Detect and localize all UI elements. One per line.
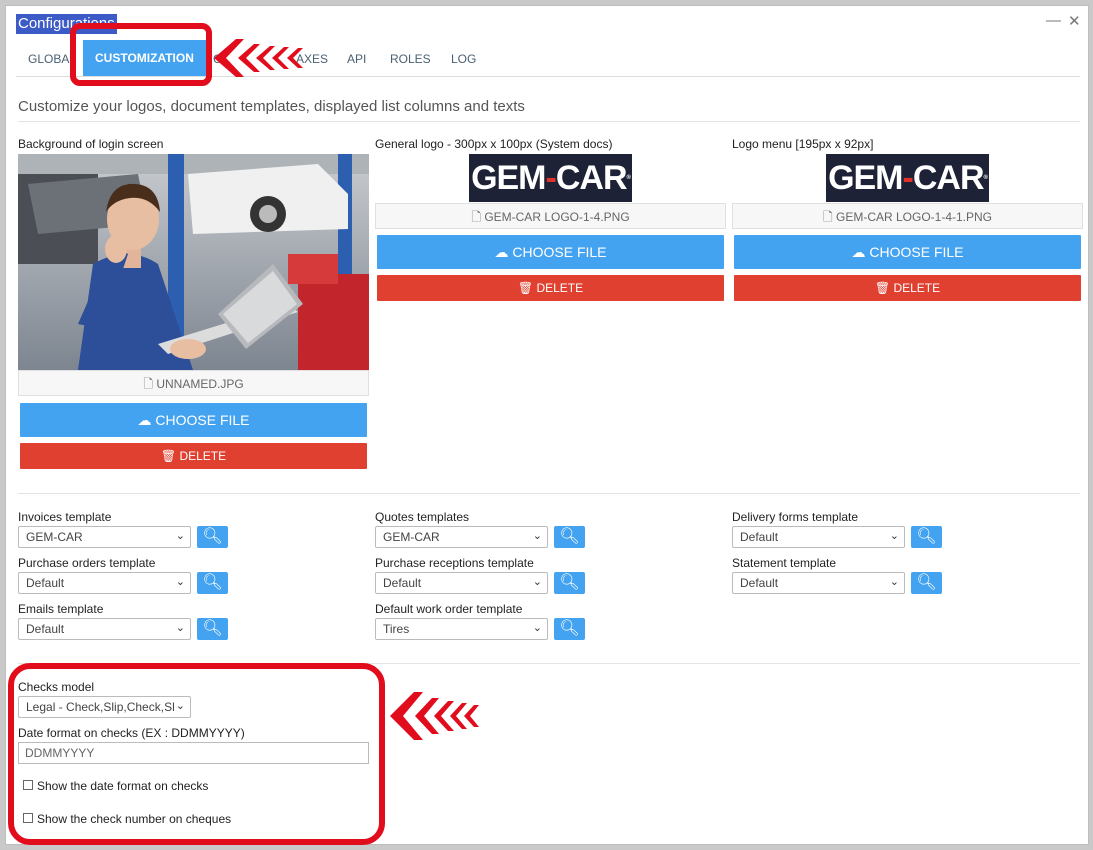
- purchase-receptions-template-search-button[interactable]: 🔍︎: [554, 572, 585, 594]
- search-icon: 🔍︎: [202, 574, 223, 591]
- emails-template-select[interactable]: Default ⌄: [18, 618, 191, 640]
- trash-icon: 🗑: [160, 449, 177, 463]
- delivery-forms-template-label: Delivery forms template: [732, 510, 859, 524]
- tab-global[interactable]: GLOBAL: [28, 42, 76, 76]
- annotation-highlight-tab: [70, 23, 212, 86]
- work-order-template-label: Default work order template: [375, 602, 523, 616]
- search-icon: 🔍︎: [559, 620, 580, 637]
- delivery-forms-template-search-button[interactable]: 🔍︎: [911, 526, 942, 548]
- general-logo-filename: 🗋 GEM-CAR LOGO-1-4.PNG: [375, 203, 726, 229]
- work-order-template-search-button[interactable]: 🔍︎: [554, 618, 585, 640]
- annotation-arrow-icon: [214, 39, 303, 77]
- trash-icon: 🗑: [517, 281, 534, 295]
- chevron-down-icon: ⌄: [889, 576, 899, 588]
- chevron-down-icon: ⌄: [532, 530, 542, 542]
- file-icon: 🗋: [471, 210, 481, 224]
- delete-button[interactable]: 🗑 DELETE: [734, 275, 1081, 301]
- search-icon: 🔍︎: [559, 574, 580, 591]
- choose-file-button[interactable]: ☁ CHOOSE FILE: [734, 235, 1081, 269]
- delivery-forms-template-select[interactable]: Default ⌄: [732, 526, 905, 548]
- purchase-receptions-template-select[interactable]: Default ⌄: [375, 572, 548, 594]
- invoices-template-select[interactable]: GEM-CAR ⌄: [18, 526, 191, 548]
- invoices-template-label: Invoices template: [18, 510, 112, 524]
- chevron-down-icon: ⌄: [175, 622, 185, 634]
- emails-template-search-button[interactable]: 🔍︎: [197, 618, 228, 640]
- general-logo-label: General logo - 300px x 100px (System doc…: [375, 137, 613, 151]
- annotation-arrow-icon: [390, 692, 479, 740]
- tab-roles[interactable]: ROLES: [390, 42, 431, 76]
- tab-api[interactable]: API: [347, 42, 366, 76]
- delete-button[interactable]: 🗑 DELETE: [20, 443, 367, 469]
- tab-log[interactable]: LOG: [451, 42, 476, 76]
- file-icon: 🗋: [822, 210, 833, 224]
- annotation-highlight-checks: [8, 663, 385, 845]
- cloud-upload-icon: ☁: [494, 244, 509, 260]
- purchase-receptions-template-label: Purchase receptions template: [375, 556, 534, 570]
- delete-button[interactable]: 🗑 DELETE: [377, 275, 724, 301]
- purchase-orders-template-label: Purchase orders template: [18, 556, 156, 570]
- logo-menu-image: GEM-CAR®: [826, 154, 989, 202]
- cloud-upload-icon: ☁: [851, 244, 866, 260]
- search-icon: 🔍︎: [202, 528, 223, 545]
- quotes-templates-label: Quotes templates: [375, 510, 470, 524]
- close-button[interactable]: ✕: [1068, 12, 1081, 30]
- general-logo-image: GEM-CAR®: [469, 154, 632, 202]
- choose-file-button[interactable]: ☁ CHOOSE FILE: [377, 235, 724, 269]
- statement-template-select[interactable]: Default ⌄: [732, 572, 905, 594]
- quotes-templates-search-button[interactable]: 🔍︎: [554, 526, 585, 548]
- invoices-template-search-button[interactable]: 🔍︎: [197, 526, 228, 548]
- minimize-button[interactable]: —: [1046, 12, 1061, 29]
- login-background-image: [18, 154, 369, 370]
- quotes-templates-select[interactable]: GEM-CAR ⌄: [375, 526, 548, 548]
- statement-template-label: Statement template: [732, 556, 837, 570]
- trash-icon: 🗑: [874, 281, 891, 295]
- logo-menu-label: Logo menu [195px x 92px]: [732, 137, 874, 151]
- purchase-orders-template-select[interactable]: Default ⌄: [18, 572, 191, 594]
- chevron-down-icon: ⌄: [532, 622, 542, 634]
- cloud-upload-icon: ☁: [137, 412, 152, 428]
- divider: [18, 493, 1080, 494]
- logo-menu-filename: 🗋 GEM-CAR LOGO-1-4-1.PNG: [732, 203, 1083, 229]
- login-background-label: Background of login screen: [18, 137, 164, 151]
- choose-file-button[interactable]: ☁ CHOOSE FILE: [20, 403, 367, 437]
- chevron-down-icon: ⌄: [889, 530, 899, 542]
- chevron-down-icon: ⌄: [175, 576, 185, 588]
- emails-template-label: Emails template: [18, 602, 104, 616]
- purchase-orders-template-search-button[interactable]: 🔍︎: [197, 572, 228, 594]
- search-icon: 🔍︎: [916, 574, 937, 591]
- login-background-filename: 🗋 UNNAMED.JPG: [18, 370, 369, 396]
- search-icon: 🔍︎: [559, 528, 580, 545]
- file-icon: 🗋: [143, 377, 153, 391]
- search-icon: 🔍︎: [916, 528, 937, 545]
- statement-template-search-button[interactable]: 🔍︎: [911, 572, 942, 594]
- work-order-template-select[interactable]: Tires ⌄: [375, 618, 548, 640]
- chevron-down-icon: ⌄: [175, 530, 185, 542]
- divider: [18, 121, 1080, 122]
- page-subtitle: Customize your logos, document templates…: [18, 98, 525, 115]
- chevron-down-icon: ⌄: [532, 576, 542, 588]
- search-icon: 🔍︎: [202, 620, 223, 637]
